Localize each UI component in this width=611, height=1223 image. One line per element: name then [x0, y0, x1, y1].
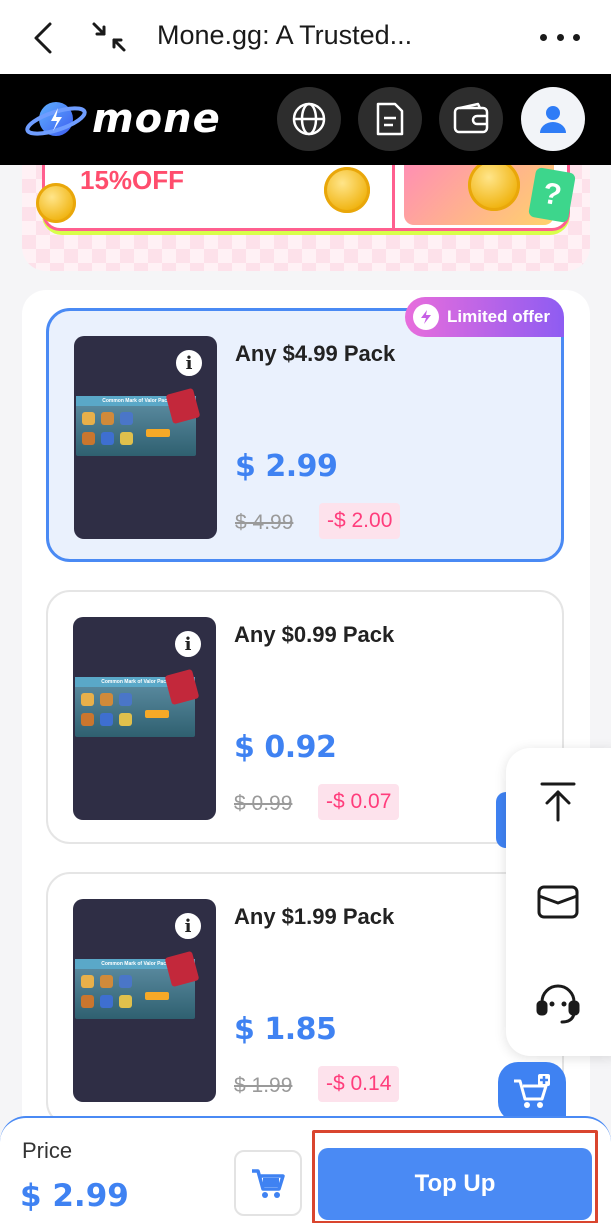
mail-icon [537, 885, 579, 919]
checkout-bar: Price $ 2.99 Top Up [0, 1116, 611, 1223]
original-price: $ 1.99 [234, 1074, 293, 1097]
product-price: $ 0.92 [234, 730, 337, 765]
mone-logo[interactable]: mone [24, 96, 221, 142]
add-to-cart-fab[interactable] [498, 1062, 566, 1122]
product-card[interactable]: Limited offer Common Mark of Valor Pack … [46, 297, 564, 562]
logo-text: mone [92, 96, 221, 142]
pack-thumbnail: Common Mark of Valor Pack i [73, 617, 216, 820]
lightning-icon [413, 304, 440, 330]
info-icon[interactable]: i [173, 629, 203, 659]
discount-badge: -$ 0.07 [318, 784, 400, 820]
page-title: Mone.gg: A Trusted... [157, 20, 413, 50]
original-price: $ 4.99 [235, 511, 294, 534]
minimize-icon[interactable] [90, 20, 128, 54]
cart-button[interactable] [234, 1150, 302, 1216]
price-label: Price [22, 1138, 73, 1163]
wallet-button[interactable] [439, 87, 503, 151]
discount-badge: -$ 0.14 [318, 1066, 400, 1102]
customer-support-button[interactable] [534, 980, 582, 1028]
banner-discount-text: 15%OFF [80, 165, 185, 195]
browser-top-bar: Mone.gg: A Trusted... [0, 0, 611, 74]
floating-toolbar [506, 748, 611, 1056]
product-name: Any $1.99 Pack [234, 904, 395, 929]
globe-icon [292, 102, 326, 136]
product-price: $ 2.99 [235, 449, 338, 484]
back-arrow-icon[interactable] [28, 18, 60, 58]
wallet-icon [453, 102, 489, 134]
document-icon [376, 102, 404, 136]
product-card[interactable]: Common Mark of Valor Pack i Any $0.99 Pa… [46, 590, 564, 844]
question-tag-icon: ? [527, 166, 577, 224]
messages-button[interactable] [534, 878, 582, 926]
pack-thumbnail: Common Mark of Valor Pack i [73, 899, 216, 1102]
product-price: $ 1.85 [234, 1012, 337, 1047]
product-name: Any $4.99 Pack [235, 341, 396, 366]
back-to-top-icon [540, 782, 576, 822]
language-button[interactable] [277, 87, 341, 151]
user-icon [540, 106, 566, 133]
product-name: Any $0.99 Pack [234, 622, 395, 647]
coin-icon [324, 167, 370, 213]
info-icon[interactable]: i [174, 348, 204, 378]
discount-badge: -$ 2.00 [319, 503, 401, 539]
site-header: mone [0, 74, 611, 165]
planet-logo-icon [25, 102, 87, 136]
info-icon[interactable]: i [173, 911, 203, 941]
limited-offer-badge: Limited offer [405, 297, 564, 337]
product-list: Limited offer Common Mark of Valor Pack … [22, 290, 590, 1150]
back-to-top-button[interactable] [534, 778, 582, 826]
top-up-button[interactable]: Top Up [318, 1148, 592, 1220]
cart-icon [252, 1169, 285, 1198]
promo-banner[interactable]: 15%OFF ? [22, 165, 590, 271]
original-price: $ 0.99 [234, 792, 293, 815]
orders-button[interactable] [358, 87, 422, 151]
pack-thumbnail: Common Mark of Valor Pack i [74, 336, 217, 539]
more-options-icon[interactable] [540, 22, 580, 52]
cart-plus-icon [514, 1074, 550, 1108]
total-price: $ 2.99 [20, 1178, 129, 1214]
user-account-button[interactable] [521, 87, 585, 151]
support-icon [536, 984, 580, 1024]
coin-icon [36, 183, 76, 223]
product-card[interactable]: Common Mark of Valor Pack i Any $1.99 Pa… [46, 872, 564, 1126]
